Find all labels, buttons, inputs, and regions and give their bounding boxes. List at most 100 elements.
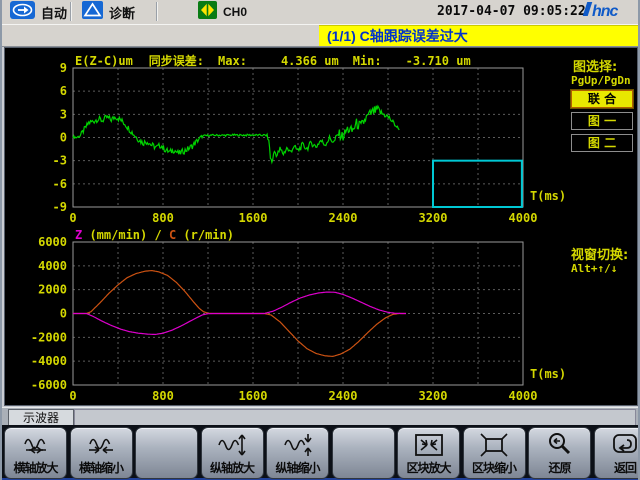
- chart2-legend-part: /: [154, 228, 168, 242]
- auto-mode-label: 自动: [41, 3, 67, 22]
- back-icon: [595, 430, 640, 460]
- softkey-1[interactable]: 横轴放大: [4, 427, 67, 479]
- y-tick-label: 6000: [38, 235, 67, 249]
- softkey-toolbar: 横轴放大横轴缩小 纵轴放大纵轴缩小 区块放大区块缩小还原返回: [2, 425, 638, 480]
- x-tick-label: 4000: [509, 211, 538, 225]
- y-tick-label: -9: [53, 200, 67, 214]
- hnc-scope-screen: 自动 诊断 CH0 2017-04-07 09:05:22: [0, 0, 640, 480]
- softkey-2[interactable]: 横轴缩小: [70, 427, 133, 479]
- softkey-9[interactable]: 还原: [528, 427, 591, 479]
- alarm-banner: (1/1) C轴跟踪误差过大: [319, 25, 640, 46]
- y-tick-label: 9: [60, 61, 67, 75]
- max-value: 4.366 um: [281, 54, 339, 68]
- status-row: (1/1) C轴跟踪误差过大: [2, 25, 638, 47]
- softkey-label: 横轴缩小: [71, 459, 132, 476]
- diagnosis-button[interactable]: 诊断: [82, 2, 135, 22]
- time-axis-label: T(ms): [530, 189, 566, 203]
- channel-indicator[interactable]: CH0: [198, 2, 247, 22]
- chart2-legend-part: (mm/min): [82, 228, 154, 242]
- y-tick-label: 6: [60, 84, 67, 98]
- diagnosis-icon: [82, 1, 103, 24]
- chart2-header: Z (mm/min) / C (r/min): [75, 228, 234, 242]
- softkey-label: 横轴放大: [5, 459, 66, 476]
- softkey-10[interactable]: 返回: [594, 427, 640, 479]
- softkey-5[interactable]: 纵轴缩小: [266, 427, 329, 479]
- chart-select-option-2[interactable]: 图 二: [571, 134, 633, 152]
- x-tick-label: 0: [69, 389, 76, 403]
- y-tick-label: -3: [53, 154, 67, 168]
- softkey-label: 纵轴放大: [202, 459, 263, 476]
- y-tick-label: 3: [60, 107, 67, 121]
- vaxis-zoom-in-icon: [202, 430, 263, 460]
- alarm-message: (1/1) C轴跟踪误差过大: [327, 26, 640, 46]
- y-tick-label: -2000: [31, 330, 67, 344]
- topbar-divider: [70, 2, 72, 21]
- chart1-ylabel: E(Z-C)um: [75, 54, 133, 68]
- restore-zoom-icon: [529, 430, 590, 460]
- softkey-empty-6[interactable]: [332, 427, 395, 479]
- min-label: Min:: [353, 54, 382, 68]
- chart-select-buttons: 联 合图 一图 二: [571, 90, 633, 156]
- sync-error-label: 同步误差:: [149, 52, 204, 69]
- top-menu-bar: 自动 诊断 CH0 2017-04-07 09:05:22: [2, 0, 638, 25]
- chart2-legend-part: C: [169, 228, 176, 242]
- softkey-empty-3[interactable]: [135, 427, 198, 479]
- x-tick-label: 1600: [239, 389, 268, 403]
- y-tick-label: -6000: [31, 378, 67, 392]
- softkey-label: 区块缩小: [464, 459, 525, 476]
- y-tick-label: 0: [60, 131, 67, 145]
- channel-label: CH0: [223, 5, 247, 19]
- y-tick-label: 0: [60, 307, 67, 321]
- chart-1: 9630-3-6-908001600240032004000T(ms): [53, 61, 567, 225]
- haxis-zoom-in-icon: [5, 430, 66, 460]
- x-tick-label: 800: [152, 389, 174, 403]
- chart2-legend-part: Z: [75, 228, 82, 242]
- right-panel: 图选择: PgUp/PgDn 联 合图 一图 二 视窗切换: Alt+↑/↓: [569, 48, 639, 405]
- max-label: Max:: [218, 54, 247, 68]
- chart-2: 6000400020000-2000-4000-6000080016002400…: [31, 235, 566, 403]
- diagnosis-label: 诊断: [109, 3, 135, 22]
- softkey-7[interactable]: 区块放大: [397, 427, 460, 479]
- x-tick-label: 0: [69, 211, 76, 225]
- time-axis-label: T(ms): [530, 367, 566, 381]
- chart2-legend-part: (r/min): [176, 228, 234, 242]
- auto-mode-button[interactable]: 自动: [10, 2, 67, 22]
- chart-select-title: 图选择:: [573, 56, 617, 75]
- trace-e-z-c-sync-error: [73, 106, 399, 163]
- y-tick-label: -4000: [31, 354, 67, 368]
- block-zoom-in-icon: [398, 430, 459, 460]
- oscilloscope-display: 9630-3-6-908001600240032004000T(ms)60004…: [4, 47, 638, 406]
- block-zoom-out-icon: [464, 430, 525, 460]
- scope-plot-area: 9630-3-6-908001600240032004000T(ms)60004…: [5, 48, 637, 405]
- datetime-display: 2017-04-07 09:05:22: [437, 4, 586, 19]
- x-tick-label: 2400: [329, 211, 358, 225]
- x-tick-label: 3200: [419, 389, 448, 403]
- min-value: -3.710 um: [406, 54, 471, 68]
- window-switch-keys: Alt+↑/↓: [571, 262, 617, 275]
- x-tick-label: 1600: [239, 211, 268, 225]
- haxis-zoom-out-icon: [71, 430, 132, 460]
- y-tick-label: -6: [53, 177, 67, 191]
- softkey-label: 还原: [529, 459, 590, 476]
- chart-select-keys: PgUp/PgDn: [571, 74, 631, 87]
- x-tick-label: 3200: [419, 211, 448, 225]
- auto-mode-icon: [10, 1, 35, 24]
- chart1-header: E(Z-C)um 同步误差: Max: 4.366 um Min: -3.710…: [75, 52, 471, 69]
- x-tick-label: 4000: [509, 389, 538, 403]
- softkey-8[interactable]: 区块缩小: [463, 427, 526, 479]
- trace-z-mm-min-: [73, 292, 406, 334]
- softkey-4[interactable]: 纵轴放大: [201, 427, 264, 479]
- softkey-label: 纵轴缩小: [267, 459, 328, 476]
- vaxis-zoom-out-icon: [267, 430, 328, 460]
- tab-bar: 示波器: [2, 407, 638, 426]
- chart-select-option-1[interactable]: 图 一: [571, 112, 633, 130]
- x-tick-label: 2400: [329, 389, 358, 403]
- softkey-label: 区块放大: [398, 459, 459, 476]
- chart-select-option-0[interactable]: 联 合: [571, 90, 633, 108]
- window-switch-title: 视窗切换:: [571, 244, 628, 263]
- topbar-divider: [156, 2, 158, 21]
- channel-icon: [198, 1, 217, 24]
- y-tick-label: 2000: [38, 283, 67, 297]
- y-tick-label: 4000: [38, 259, 67, 273]
- softkey-label: 返回: [595, 459, 640, 476]
